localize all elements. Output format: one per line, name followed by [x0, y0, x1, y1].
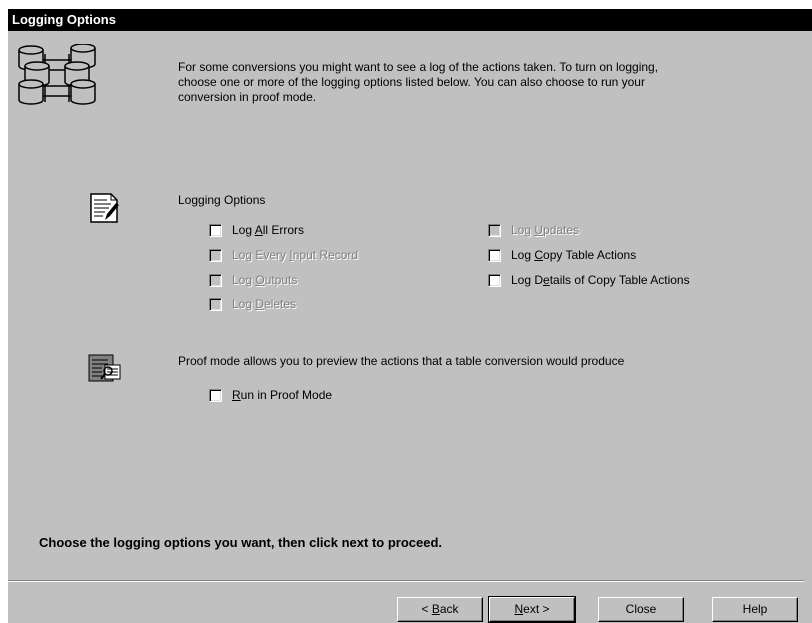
- checkbox-box[interactable]: [488, 223, 501, 237]
- database-tables-icon: [18, 44, 96, 105]
- help-button[interactable]: Help: [712, 597, 798, 622]
- close-button[interactable]: Close: [598, 597, 684, 622]
- log-copy-table-actions-checkbox[interactable]: Log Copy Table Actions: [488, 247, 636, 263]
- run-in-proof-mode-checkbox[interactable]: Run in Proof Mode: [209, 387, 332, 403]
- logging-section-label: Logging Options: [178, 193, 266, 207]
- checkbox-box[interactable]: [209, 388, 222, 402]
- logging-options-dialog: Logging Options For some conversions you…: [8, 9, 812, 623]
- log-details-copy-table-actions-checkbox[interactable]: Log Details of Copy Table Actions: [488, 272, 690, 288]
- log-all-errors-checkbox[interactable]: Log All Errors: [209, 222, 304, 238]
- document-magnifier-icon: [88, 354, 121, 382]
- window-title: Logging Options: [8, 9, 812, 31]
- log-every-input-record-checkbox[interactable]: Log Every Input Record: [209, 247, 358, 263]
- proof-mode-description: Proof mode allows you to preview the act…: [178, 354, 625, 368]
- checkbox-box[interactable]: [488, 248, 501, 262]
- checkbox-box[interactable]: [209, 223, 222, 237]
- notepad-pen-icon: [90, 193, 119, 223]
- log-outputs-checkbox[interactable]: Log Outputs: [209, 272, 297, 288]
- checkbox-box[interactable]: [488, 273, 501, 287]
- separator: [8, 580, 804, 582]
- checkbox-box[interactable]: [209, 273, 222, 287]
- instruction-text: Choose the logging options you want, the…: [39, 535, 443, 550]
- back-button[interactable]: < Back: [397, 597, 483, 622]
- checkbox-box[interactable]: [209, 297, 222, 311]
- intro-text: For some conversions you might want to s…: [178, 60, 659, 104]
- log-updates-checkbox[interactable]: Log Updates: [488, 222, 579, 238]
- log-deletes-checkbox[interactable]: Log Deletes: [209, 296, 296, 312]
- checkbox-box[interactable]: [209, 248, 222, 262]
- next-button[interactable]: Next >: [488, 596, 576, 623]
